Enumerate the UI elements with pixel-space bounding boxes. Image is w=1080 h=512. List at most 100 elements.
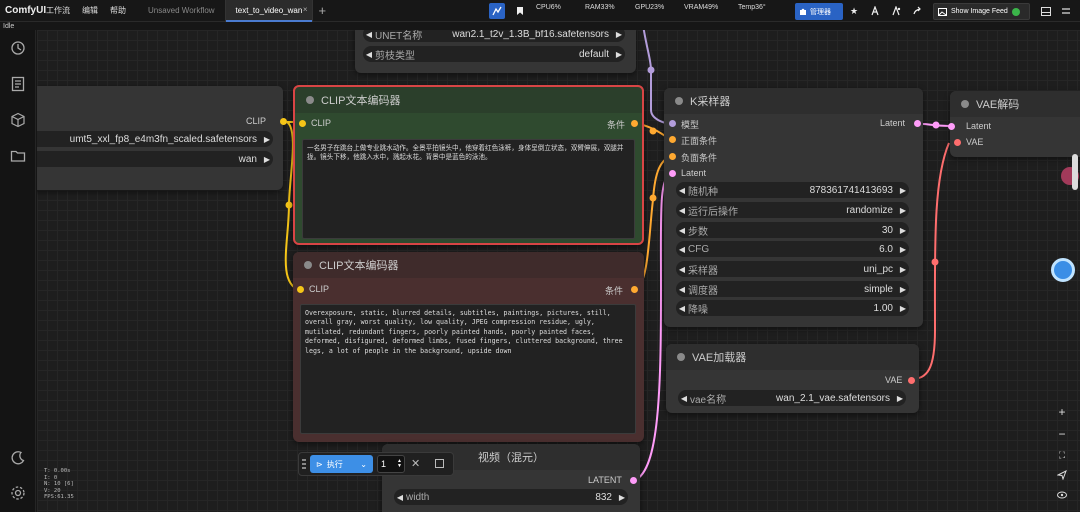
arrow-left-icon[interactable]: ◀	[676, 304, 688, 313]
queue-run-button[interactable]: ⊳ 执行 ⌄	[310, 455, 373, 473]
vae-output-dot[interactable]	[908, 377, 915, 384]
arrow-right-icon[interactable]: ▶	[613, 30, 625, 39]
widget-value: umt5_xxl_fp8_e4m3fn_scaled.safetensors	[69, 133, 257, 145]
menu-help[interactable]: 帮助	[110, 5, 126, 16]
control-after-generate-widget[interactable]: ◀ 运行后操作 randomize ▶	[676, 202, 909, 218]
bookmark-icon[interactable]	[512, 3, 528, 19]
vae-name-widget[interactable]: ◀ vae名称 wan_2.1_vae.safetensors ▶	[678, 390, 906, 406]
latent-input-dot[interactable]	[948, 123, 955, 130]
batch-count-input[interactable]: 1 ▲ ▼	[377, 455, 405, 473]
vae-loader-node[interactable]: VAE加载器 VAE ◀ vae名称 wan_2.1_vae.safetenso…	[666, 344, 919, 413]
folder-icon[interactable]	[10, 148, 26, 164]
close-icon[interactable]: ×	[303, 5, 308, 14]
scrollbar-handle[interactable]	[1072, 154, 1078, 190]
share-icon[interactable]	[909, 3, 925, 19]
conditioning-output-dot[interactable]	[631, 286, 638, 293]
clip-input-dot[interactable]	[299, 120, 306, 127]
add-tab-button[interactable]: +	[319, 3, 327, 18]
panel-toggle-icon[interactable]	[1038, 3, 1054, 19]
menu-workflow[interactable]: 工作流	[46, 5, 70, 16]
arrow-left-icon[interactable]: ◀	[678, 394, 690, 403]
ksampler-node[interactable]: K采样器 模型 正面条件 负面条件 Latent Latent ◀ 随机种 87…	[664, 88, 923, 327]
assistant-icon[interactable]	[1051, 258, 1075, 282]
moon-icon[interactable]	[10, 450, 26, 466]
arrow-left-icon[interactable]: ◀	[676, 285, 688, 294]
arrow-right-icon[interactable]: ▶	[897, 226, 909, 235]
unet-name-widget[interactable]: ◀ UNET名称 wan2.1_t2v_1.3B_bf16.safetensor…	[363, 30, 625, 42]
prune-type-widget[interactable]: ◀ 剪枝类型 default ▶	[363, 46, 625, 62]
clip-name-widget[interactable]: umt5_xxl_fp8_e4m3fn_scaled.safetensors ▶	[37, 131, 273, 147]
widget-value: wan2.1_t2v_1.3B_bf16.safetensors	[452, 30, 609, 40]
positive-prompt-textarea[interactable]: 一名男子在跳台上做专业跳水动作。全景平拍镜头中，他穿着红色泳裤，身体呈倒立状态，…	[302, 139, 635, 239]
vae-input-dot[interactable]	[954, 139, 961, 146]
arrow-right-icon[interactable]: ▶	[897, 265, 909, 274]
manager-button[interactable]: 管理器	[795, 3, 843, 20]
arrow-right-icon[interactable]: ▶	[897, 304, 909, 313]
arrow-left-icon[interactable]: ◀	[676, 245, 688, 254]
drag-handle[interactable]	[302, 459, 306, 469]
cube-icon[interactable]	[10, 112, 26, 128]
tab-text-to-video-wan[interactable]: text_to_video_wan ×	[224, 0, 313, 22]
cancel-icon[interactable]: ✕	[411, 457, 420, 470]
arrow-left-icon[interactable]: ◀	[363, 50, 375, 59]
positive-input-dot[interactable]	[669, 136, 676, 143]
negative-clip-encoder-node[interactable]: CLIP文本编码器 CLIP 条件 Overexposure, static, …	[293, 252, 644, 442]
vae-decode-node[interactable]: VAE解码 Latent VAE	[948, 91, 1080, 157]
arrow-right-icon[interactable]: ▶	[894, 394, 906, 403]
width-widget[interactable]: ◀ width 832 ▶	[394, 489, 628, 505]
scheduler-widget[interactable]: ◀ 调度器 simple ▶	[676, 281, 909, 297]
clip-input-dot[interactable]	[297, 286, 304, 293]
arrow-right-icon[interactable]: ▶	[616, 493, 628, 502]
clip-type-widget[interactable]: wan ▶	[37, 151, 273, 167]
history-icon[interactable]	[10, 40, 26, 56]
clip-output-dot[interactable]	[280, 118, 287, 125]
arrow-right-icon[interactable]: ▶	[897, 285, 909, 294]
fit-view-icon[interactable]: ⛶	[1052, 447, 1072, 463]
cfg-widget[interactable]: ◀ CFG 6.0 ▶	[676, 241, 909, 257]
app-logo[interactable]: ComfyUI	[0, 5, 46, 16]
negative-prompt-textarea[interactable]: Overexposure, static, blurred details, s…	[300, 304, 636, 434]
menu-edit[interactable]: 编辑	[82, 5, 98, 16]
show-image-feed-button[interactable]: Show Image Feed	[933, 3, 1030, 20]
stop-icon[interactable]	[435, 459, 444, 468]
arrow-left-icon[interactable]: ◀	[676, 186, 688, 195]
conditioning-output-label: 条件	[607, 120, 626, 130]
denoise-widget[interactable]: ◀ 降噪 1.00 ▶	[676, 300, 909, 316]
graph-canvas[interactable]: ◀ UNET名称 wan2.1_t2v_1.3B_bf16.safetensor…	[37, 30, 1080, 512]
eye-icon[interactable]	[1052, 487, 1072, 503]
steps-widget[interactable]: ◀ 步数 30 ▶	[676, 222, 909, 238]
model-input-dot[interactable]	[669, 120, 676, 127]
arrow-left-icon[interactable]: ◀	[363, 30, 375, 39]
arrow-left-icon[interactable]: ◀	[394, 493, 406, 502]
chevron-down-icon[interactable]: ⌄	[360, 460, 367, 469]
tab-unsaved-workflow[interactable]: Unsaved Workflow	[138, 0, 225, 22]
conditioning-output-dot[interactable]	[631, 120, 638, 127]
seed-widget[interactable]: ◀ 随机种 878361741413693 ▶	[676, 182, 909, 198]
collapse-icon[interactable]	[1058, 3, 1074, 19]
star-icon[interactable]: ★	[846, 3, 862, 19]
latent-output-dot[interactable]	[630, 477, 637, 484]
arrow-left-icon[interactable]: ◀	[676, 206, 688, 215]
model-icon[interactable]	[867, 3, 883, 19]
queue-list-icon[interactable]	[10, 76, 26, 92]
arrow-right-icon[interactable]: ▶	[261, 135, 273, 144]
zoom-in-icon[interactable]: +	[1052, 404, 1072, 420]
positive-clip-encoder-node[interactable]: CLIP文本编码器 CLIP 条件 一名男子在跳台上做专业跳水动作。全景平拍镜头…	[293, 85, 644, 245]
sampler-widget[interactable]: ◀ 采样器 uni_pc ▶	[676, 261, 909, 277]
arrow-right-icon[interactable]: ▶	[897, 206, 909, 215]
arrow-right-icon[interactable]: ▶	[897, 186, 909, 195]
settings-gear-icon[interactable]	[10, 485, 26, 501]
latent-output-dot[interactable]	[914, 120, 921, 127]
zoom-out-icon[interactable]: −	[1052, 426, 1072, 442]
stepper-icon[interactable]: ▲ ▼	[397, 459, 402, 469]
graph-icon[interactable]	[489, 3, 505, 19]
arrow-left-icon[interactable]: ◀	[676, 226, 688, 235]
negative-input-dot[interactable]	[669, 153, 676, 160]
select-mode-icon[interactable]	[1052, 467, 1072, 483]
latent-input-dot[interactable]	[669, 170, 676, 177]
arrow-right-icon[interactable]: ▶	[897, 245, 909, 254]
queue-icon[interactable]	[888, 3, 904, 19]
arrow-left-icon[interactable]: ◀	[676, 265, 688, 274]
arrow-right-icon[interactable]: ▶	[613, 50, 625, 59]
arrow-right-icon[interactable]: ▶	[261, 155, 273, 164]
